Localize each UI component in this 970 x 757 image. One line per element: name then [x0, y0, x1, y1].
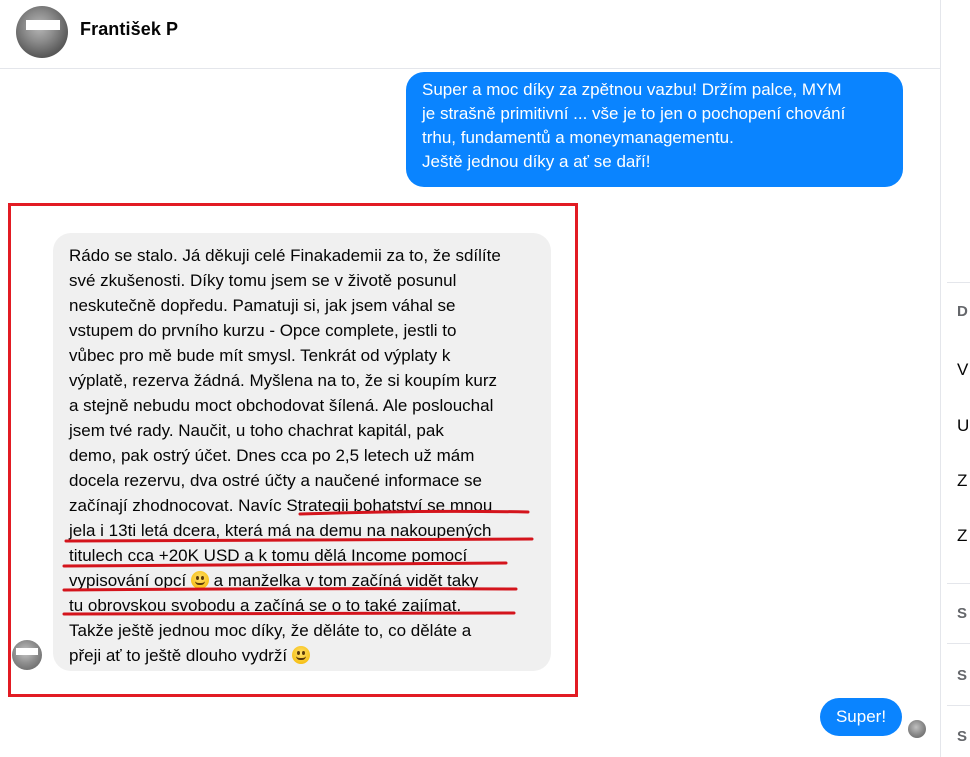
outgoing-message-bubble[interactable]: Super a moc díky za zpětnou vazbu! Držím…: [406, 72, 903, 187]
message-line: své zkušenosti. Díky tomu jsem se v živo…: [69, 271, 457, 290]
message-line: titulech cca +20K USD a k tomu dělá Inco…: [69, 546, 468, 565]
message-line: jela i 13ti letá dcera, která má na demu…: [69, 521, 492, 540]
message-line: Rádo se stalo. Já děkuji celé Finakademi…: [69, 246, 501, 265]
message-line: trhu, fundamentů a moneymanagementu.: [422, 128, 734, 147]
grinning-emoji-icon: [190, 571, 209, 589]
message-line: vstupem do prvního kurzu - Opce complete…: [69, 321, 457, 340]
name-redaction: [190, 14, 230, 46]
message-line-with-emoji: přeji ať to ještě dlouho vydrží: [69, 643, 539, 668]
panel-divider: [947, 282, 970, 283]
panel-section[interactable]: S: [957, 728, 967, 745]
panel-item[interactable]: U: [957, 416, 969, 436]
message-line: a stejně nebudu moct obchodovat šílená. …: [69, 396, 494, 415]
message-fragment: přeji ať to ještě dlouho vydrží: [69, 646, 288, 665]
message-line: docela rezervu, dva ostré účty a naučené…: [69, 471, 482, 490]
message-line: je strašně primitivní ... vše je to jen …: [422, 104, 846, 123]
winking-emoji-icon: [291, 646, 310, 664]
message-line: neskutečně dopředu. Pamatuji si, jak jse…: [69, 296, 456, 315]
message-line: výplatě, rezerva žádná. Myšlena na to, ž…: [69, 371, 498, 390]
conversation-header: František P: [0, 0, 940, 69]
panel-section[interactable]: S: [957, 667, 967, 684]
message-fragment: a manželka v tom začíná vidět taky: [213, 571, 479, 590]
panel-divider: [947, 705, 970, 706]
read-receipt-avatar: [908, 720, 926, 738]
message-line: Ještě jednou díky a ať se daří!: [422, 152, 651, 171]
panel-item[interactable]: V: [957, 360, 968, 380]
incoming-message-bubble[interactable]: Rádo se stalo. Já děkuji celé Finakademi…: [53, 233, 551, 671]
message-line: začínají zhodnocovat. Navíc Strategii bo…: [69, 496, 493, 515]
message-line: jsem tvé rady. Naučit, u toho chachrat k…: [69, 421, 444, 440]
contact-name[interactable]: František P: [80, 19, 178, 40]
message-line: Super a moc díky za zpětnou vazbu! Držím…: [422, 80, 842, 99]
message-line: vůbec pro mě bude mít smysl. Tenkrát od …: [69, 346, 451, 365]
panel-section[interactable]: S: [957, 605, 967, 622]
panel-item[interactable]: Z: [957, 526, 967, 546]
panel-divider: [947, 583, 970, 584]
panel-item[interactable]: Z: [957, 471, 967, 491]
message-fragment: vypisování opcí: [69, 571, 187, 590]
message-line: Takže ještě jednou moc díky, že děláte t…: [69, 621, 472, 640]
message-line-with-emoji: vypisování opcí a manželka v tom začíná …: [69, 568, 539, 593]
message-line: tu obrovskou svobodu a začíná se o to ta…: [69, 596, 462, 615]
message-line: demo, pak ostrý účet. Dnes cca po 2,5 le…: [69, 446, 475, 465]
panel-item[interactable]: D: [957, 303, 968, 320]
sender-avatar[interactable]: [12, 640, 42, 670]
conversation-details-panel: D V U Z Z S S S: [940, 0, 970, 757]
outgoing-message-bubble[interactable]: Super!: [820, 698, 902, 736]
contact-avatar[interactable]: [16, 6, 68, 58]
panel-divider: [947, 643, 970, 644]
